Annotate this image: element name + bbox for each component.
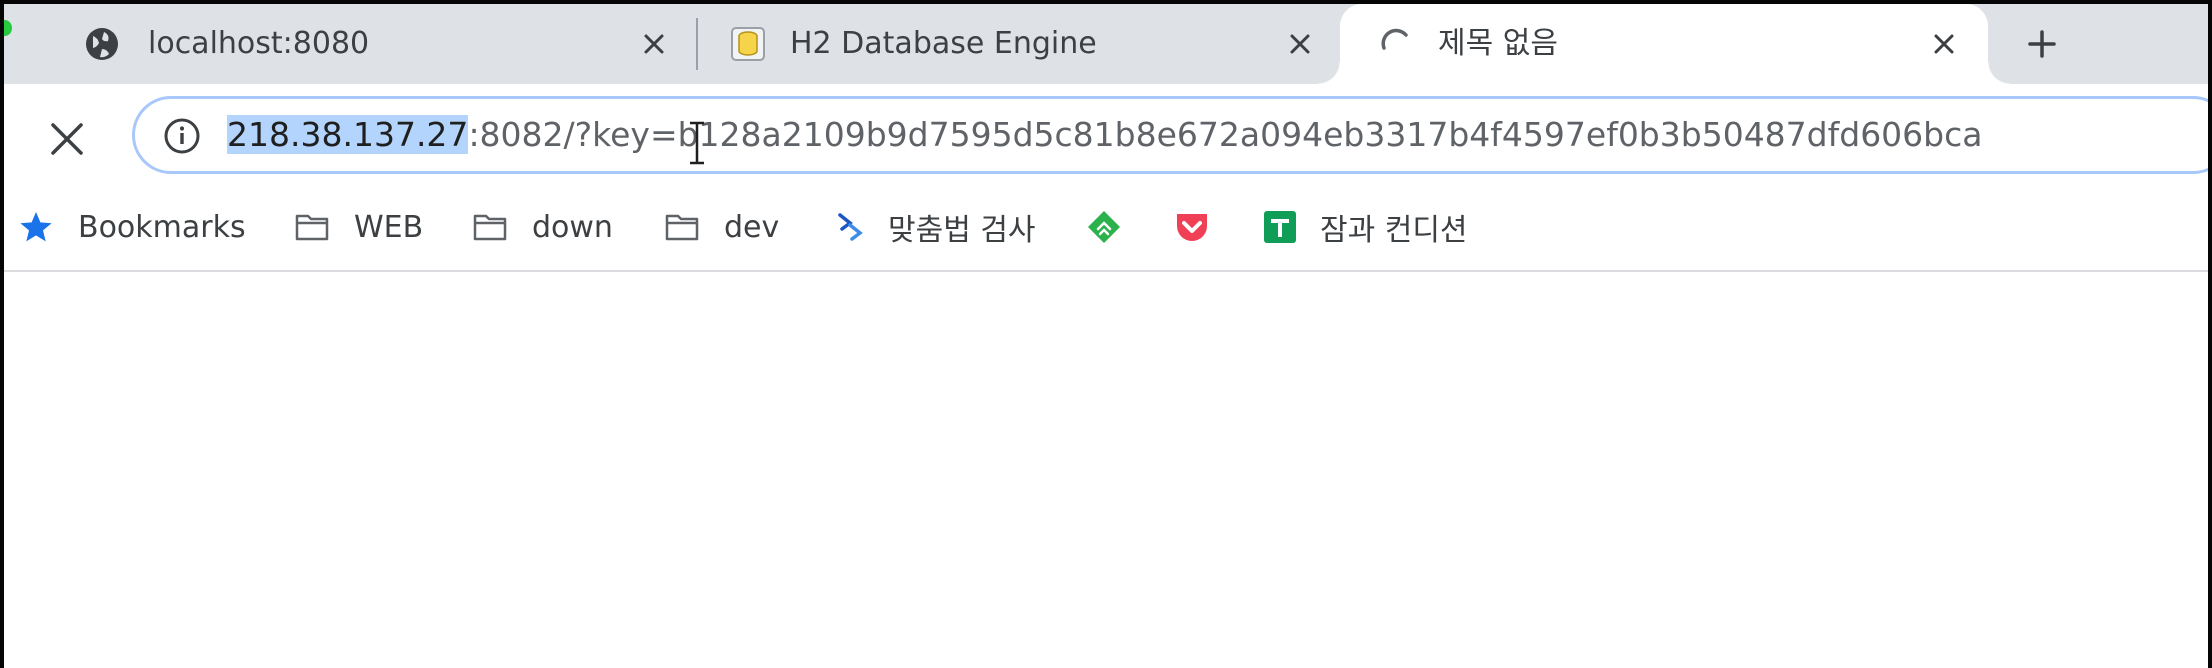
bookmark-label: Bookmarks [78,209,246,245]
bookmark-label: 맞춤법 검사 [888,213,1036,248]
tab-close-button[interactable] [1282,26,1318,62]
bookmark-folder-dev[interactable]: dev [664,202,779,252]
tab-h2-database-engine[interactable]: H2 Database Engine [704,4,1340,84]
browser-window: localhost:8080 H2 Database Engine 제목 없음 … [4,4,2208,668]
tab-close-button[interactable] [1926,26,1962,62]
plus-icon [2028,30,2056,58]
tab-title: localhost:8080 [148,26,370,61]
bookmark-label: down [532,209,613,245]
bookmark-feedly[interactable] [1086,202,1122,252]
tab-active-untitled[interactable]: 제목 없음 [1318,4,2010,84]
google-sheets-icon [1264,211,1296,243]
close-icon [644,34,664,54]
bookmark-label: dev [724,209,780,245]
bookmark-label: WEB [354,209,424,245]
bookmark-bookmarks[interactable]: Bookmarks [18,202,246,252]
address-bar[interactable]: 218.38.137.27:8082/?key=b128a2109b9d7595… [132,96,2208,174]
tab-strip: localhost:8080 H2 Database Engine 제목 없음 [4,4,2208,84]
tab-title: H2 Database Engine [790,26,1097,61]
page-content [4,272,2208,668]
h2-database-icon [731,27,765,61]
url-host-selection: 218.38.137.27 [227,115,469,154]
close-icon [1290,34,1310,54]
info-icon[interactable] [163,117,201,155]
stop-loading-button[interactable] [44,116,90,162]
bookmark-pocket[interactable] [1174,202,1210,252]
feedly-icon [1088,211,1120,243]
pocket-icon [1177,214,1207,241]
new-tab-button[interactable] [2020,22,2064,66]
loading-spinner-icon [1381,28,1408,50]
bookmark-label: 잠과 컨디션 [1320,213,1468,248]
tab-separator [696,18,698,70]
text-cursor-icon [690,121,704,165]
star-icon [20,212,52,242]
tab-title: 제목 없음 [1438,26,1558,61]
close-icon [1934,34,1954,54]
bookmark-google-sheet[interactable]: 잠과 컨디션 [1262,202,1468,252]
bookmark-folder-down[interactable]: down [472,202,613,252]
tab-localhost[interactable]: localhost:8080 [4,4,694,84]
spell-check-icon [838,213,863,241]
bookmarks-bar: Bookmarks WEB down dev 맞춤법 검사 잠과 컨디션 [4,186,2208,272]
bookmark-spell-check[interactable]: 맞춤법 검사 [832,202,1036,252]
globe-icon [86,28,118,60]
browser-toolbar: 218.38.137.27:8082/?key=b128a2109b9d7595… [4,84,2208,186]
folder-icon [665,214,699,241]
tab-close-button[interactable] [636,26,672,62]
bookmark-folder-web[interactable]: WEB [294,202,423,252]
folder-icon [295,214,329,241]
url-text[interactable]: 218.38.137.27:8082/?key=b128a2109b9d7595… [227,111,1983,159]
url-host: 218.38.137.27 [227,115,469,154]
close-icon [51,123,83,155]
folder-icon [473,214,507,241]
